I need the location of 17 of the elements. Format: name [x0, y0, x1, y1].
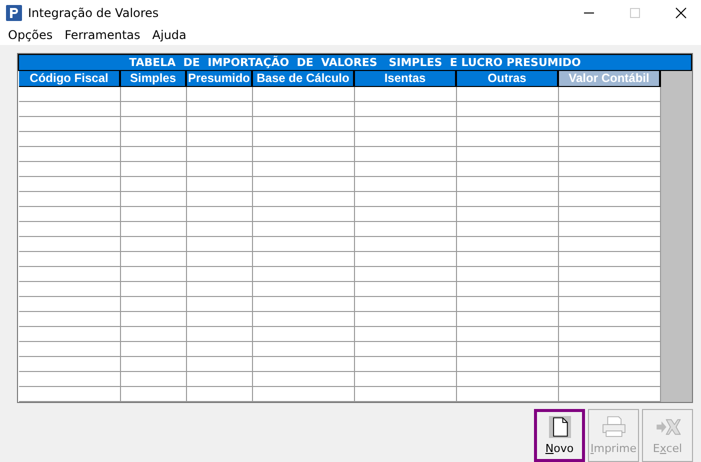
column-header: Base de Cálculo	[253, 71, 355, 86]
app-icon	[6, 4, 22, 20]
column-header: Outras	[457, 71, 559, 86]
column-header: Isentas	[355, 71, 457, 86]
window-title: Integração de Valores	[28, 6, 160, 20]
menu-item[interactable]: Opções	[8, 28, 53, 42]
printer-icon	[600, 416, 626, 438]
document-icon	[546, 416, 572, 438]
column-header: Presumido	[187, 71, 253, 86]
toolbar-button[interactable]: Novo	[534, 409, 585, 462]
menu-item[interactable]: Ajuda	[152, 28, 186, 42]
column-header: Simples	[121, 71, 187, 86]
column-header: Valor Contábil	[559, 71, 661, 86]
menu-item[interactable]: Ferramentas	[64, 28, 140, 42]
table-title: TABELA DE IMPORTAÇÃO DE VALORES SIMPLES E LUCRO PRESUMIDO	[18, 54, 692, 71]
close-icon[interactable]	[675, 6, 687, 18]
column-header: Código Fiscal	[19, 71, 121, 86]
